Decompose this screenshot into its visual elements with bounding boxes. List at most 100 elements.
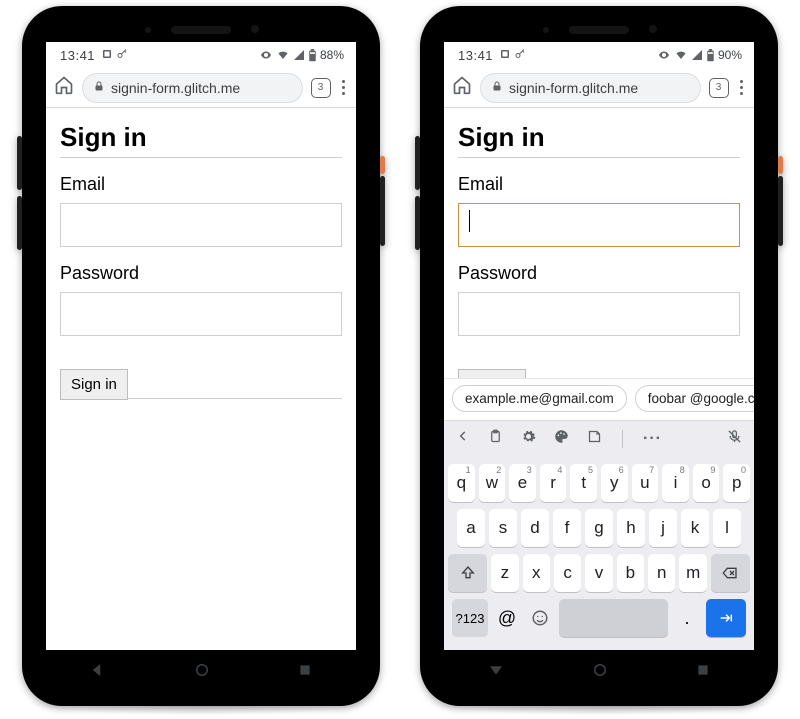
tabs-button[interactable]: 3: [311, 78, 331, 98]
volume-down-button[interactable]: [17, 196, 22, 250]
key-h[interactable]: h: [617, 509, 645, 547]
wifi-icon: [276, 49, 290, 61]
lock-icon: [93, 79, 105, 96]
power-accent: [380, 156, 385, 174]
sticker-icon[interactable]: [587, 429, 602, 449]
home-icon[interactable]: [452, 75, 472, 100]
volume-up-button[interactable]: [415, 136, 420, 190]
key-z[interactable]: z: [491, 554, 518, 592]
suggestion-chip[interactable]: foobar @google.co: [635, 385, 754, 412]
power-button[interactable]: [380, 176, 385, 246]
key-m[interactable]: m: [679, 554, 706, 592]
email-field[interactable]: [458, 203, 740, 247]
password-label: Password: [60, 263, 342, 284]
nav-home-icon[interactable]: [591, 661, 609, 679]
palette-icon[interactable]: [554, 429, 569, 449]
battery-pct: 90%: [718, 48, 742, 62]
shift-key[interactable]: [448, 554, 487, 592]
wifi-icon: [674, 49, 688, 61]
password-field[interactable]: [60, 292, 342, 336]
key-q[interactable]: q1: [448, 464, 475, 502]
address-bar[interactable]: signin-form.glitch.me: [82, 73, 303, 103]
key-a[interactable]: a: [457, 509, 485, 547]
status-time: 13:41: [60, 48, 95, 63]
emoji-key[interactable]: [526, 599, 554, 637]
spacebar-key[interactable]: [559, 599, 668, 637]
key-w[interactable]: w2: [479, 464, 506, 502]
keyboard-body: q1w2e3r4t5y6u7i8o9p0 asdfghjkl zxcvbnm ?…: [444, 456, 754, 650]
home-icon[interactable]: [54, 75, 74, 100]
key-p[interactable]: p0: [723, 464, 750, 502]
screen-right: 13:41 90%: [444, 42, 754, 650]
browser-toolbar: signin-form.glitch.me 3: [46, 68, 356, 108]
nav-back-icon[interactable]: [487, 661, 505, 679]
symbols-key[interactable]: ?123: [452, 599, 488, 637]
menu-icon[interactable]: [737, 80, 747, 96]
key-n[interactable]: n: [648, 554, 675, 592]
status-bar: 13:41 90%: [444, 42, 754, 68]
suggestion-chip[interactable]: example.me@gmail.com: [452, 385, 627, 412]
volume-up-button[interactable]: [17, 136, 22, 190]
email-label: Email: [458, 174, 740, 195]
key-g[interactable]: g: [585, 509, 613, 547]
key-l[interactable]: l: [713, 509, 741, 547]
page-title: Sign in: [458, 122, 740, 153]
android-nav-bar: [444, 654, 754, 686]
password-field[interactable]: [458, 292, 740, 336]
visibility-icon: [657, 49, 671, 61]
key-indicator-icon: [514, 48, 526, 63]
period-key[interactable]: .: [673, 599, 701, 637]
divider: [60, 157, 342, 158]
key-c[interactable]: c: [554, 554, 581, 592]
mic-off-icon[interactable]: [727, 429, 742, 449]
key-i[interactable]: i8: [662, 464, 689, 502]
more-icon[interactable]: ···: [643, 430, 662, 448]
page-title: Sign in: [60, 122, 342, 153]
key-y[interactable]: y6: [601, 464, 628, 502]
email-field[interactable]: [60, 203, 342, 247]
key-r[interactable]: r4: [540, 464, 567, 502]
key-b[interactable]: b: [617, 554, 644, 592]
tabs-button[interactable]: 3: [709, 78, 729, 98]
status-time: 13:41: [458, 48, 493, 63]
key-x[interactable]: x: [523, 554, 550, 592]
address-bar[interactable]: signin-form.glitch.me: [480, 73, 701, 103]
at-key[interactable]: @: [493, 599, 521, 637]
key-o[interactable]: o9: [693, 464, 720, 502]
visibility-icon: [259, 49, 273, 61]
key-e[interactable]: e3: [509, 464, 536, 502]
clipboard-icon[interactable]: [488, 429, 503, 449]
chevron-left-icon[interactable]: [456, 429, 470, 448]
signin-button[interactable]: Sign in: [60, 369, 128, 400]
page-content: Sign in Email Password Sign in: [444, 108, 754, 414]
enter-key[interactable]: [706, 599, 746, 637]
key-t[interactable]: t5: [570, 464, 597, 502]
url-text: signin-form.glitch.me: [111, 80, 240, 96]
screen-left: 13:41 88%: [46, 42, 356, 650]
volume-down-button[interactable]: [415, 196, 420, 250]
keyboard-toolbar: ···: [444, 420, 754, 456]
key-f[interactable]: f: [553, 509, 581, 547]
key-k[interactable]: k: [681, 509, 709, 547]
android-nav-bar: [46, 654, 356, 686]
signal-icon: [293, 49, 305, 61]
power-accent: [778, 156, 783, 174]
power-button[interactable]: [778, 176, 783, 246]
key-v[interactable]: v: [585, 554, 612, 592]
nav-recents-icon[interactable]: [695, 662, 711, 678]
key-u[interactable]: u7: [632, 464, 659, 502]
nav-back-icon[interactable]: [89, 661, 107, 679]
key-j[interactable]: j: [649, 509, 677, 547]
nav-home-icon[interactable]: [193, 661, 211, 679]
page-content: Sign in Email Password Sign in: [46, 108, 356, 414]
url-text: signin-form.glitch.me: [509, 80, 638, 96]
nav-recents-icon[interactable]: [297, 662, 313, 678]
key-indicator-icon: [116, 48, 128, 63]
menu-icon[interactable]: [339, 80, 349, 96]
phone-right: 13:41 90%: [420, 6, 778, 706]
gear-icon[interactable]: [521, 429, 536, 449]
signal-icon: [691, 49, 703, 61]
key-d[interactable]: d: [521, 509, 549, 547]
backspace-key[interactable]: [711, 554, 750, 592]
key-s[interactable]: s: [489, 509, 517, 547]
